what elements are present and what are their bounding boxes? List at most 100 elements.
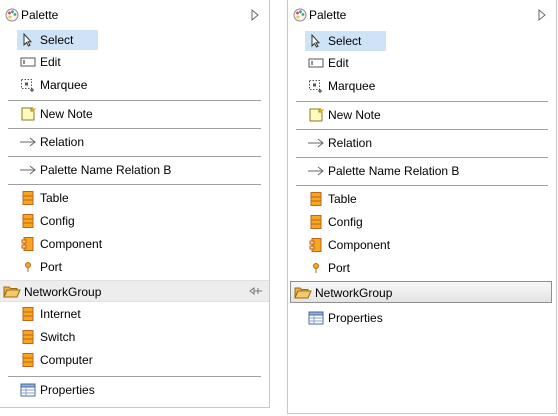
separator (296, 101, 548, 102)
arrow-icon (20, 165, 36, 175)
separator (8, 376, 261, 377)
tool-label: Relation (328, 136, 373, 150)
tool-label: Palette Name Relation B (328, 164, 460, 178)
arrow-icon (308, 166, 324, 176)
collapse-arrow-icon[interactable] (250, 9, 260, 21)
group-networkgroup[interactable]: NetworkGroup (290, 281, 552, 303)
tool-label: Properties (328, 311, 383, 325)
arrow-icon (308, 138, 324, 148)
separator (8, 100, 261, 101)
tool-label: Relation (40, 135, 85, 149)
tool-label: Config (328, 215, 363, 229)
table-icon (310, 215, 322, 229)
collapse-arrow-icon[interactable] (537, 9, 547, 21)
table-icon (22, 353, 34, 367)
tool-component[interactable]: Component (17, 234, 257, 254)
tool-relation[interactable]: Relation (305, 133, 545, 153)
pointer-icon (311, 34, 321, 48)
tool-palette-name-relation-b[interactable]: Palette Name Relation B (305, 161, 545, 181)
tool-label: Switch (40, 330, 76, 344)
port-icon (313, 263, 319, 273)
tool-label: Edit (40, 55, 61, 69)
tool-component[interactable]: Component (305, 235, 545, 255)
tool-internet[interactable]: Internet (17, 304, 257, 324)
table-icon (22, 214, 34, 228)
component-icon (21, 237, 34, 251)
palette-icon (293, 8, 307, 22)
tool-palette-name-relation-b[interactable]: Palette Name Relation B (17, 160, 257, 180)
tool-properties[interactable]: Properties (305, 308, 545, 328)
tool-label: Select (328, 34, 362, 48)
separator (296, 129, 548, 130)
tool-edit[interactable]: Edit (17, 52, 257, 72)
group-label: NetworkGroup (24, 285, 102, 299)
group-label: NetworkGroup (315, 286, 393, 300)
tool-label: Marquee (328, 79, 376, 93)
tool-port[interactable]: Port (17, 257, 257, 277)
table-icon (22, 191, 34, 205)
tool-port[interactable]: Port (305, 258, 545, 278)
tool-label: Component (328, 238, 391, 252)
tool-label: Marquee (40, 78, 88, 92)
marquee-icon (21, 79, 34, 92)
tool-label: Table (328, 192, 357, 206)
tool-label: Config (40, 214, 75, 228)
note-icon (309, 108, 324, 122)
tool-label: Select (40, 33, 74, 47)
properties-icon (20, 383, 36, 397)
tool-config[interactable]: Config (305, 212, 545, 232)
arrow-icon (20, 137, 36, 147)
table-icon (22, 307, 34, 321)
tool-computer[interactable]: Computer (17, 350, 257, 370)
folder-open-icon (294, 287, 312, 299)
palette-panel-right: Palette Select Edit Marquee New Note Rel… (287, 0, 557, 414)
tool-label: New Note (328, 108, 381, 122)
folder-open-icon (3, 286, 21, 298)
tool-table[interactable]: Table (17, 188, 257, 208)
tool-label: Properties (40, 383, 95, 397)
tool-config[interactable]: Config (17, 211, 257, 231)
tool-select[interactable]: Select (305, 31, 386, 51)
tool-label: Table (40, 191, 69, 205)
separator (8, 184, 261, 185)
separator (296, 185, 548, 186)
tool-label: Component (40, 237, 103, 251)
tool-label: Palette Name Relation B (40, 163, 172, 177)
tool-select[interactable]: Select (17, 30, 98, 50)
tool-label: New Note (40, 107, 93, 121)
tool-switch[interactable]: Switch (17, 327, 257, 347)
port-icon (25, 262, 31, 272)
tool-label: Edit (328, 56, 349, 70)
text-edit-icon (20, 57, 36, 67)
tool-marquee[interactable]: Marquee (305, 76, 545, 96)
note-icon (21, 107, 36, 121)
tool-edit[interactable]: Edit (305, 53, 545, 73)
tool-new-note[interactable]: New Note (17, 104, 257, 124)
palette-title: Palette (21, 8, 59, 22)
palette-header[interactable]: Palette (0, 5, 269, 25)
tool-relation[interactable]: Relation (17, 132, 257, 152)
tool-marquee[interactable]: Marquee (17, 75, 257, 95)
properties-icon (308, 311, 324, 325)
palette-icon (5, 8, 19, 22)
palette-header[interactable]: Palette (288, 5, 556, 25)
palette-title: Palette (309, 8, 347, 22)
group-networkgroup[interactable]: NetworkGroup (0, 280, 269, 302)
text-edit-icon (308, 58, 324, 68)
separator (8, 128, 261, 129)
table-icon (310, 192, 322, 206)
tool-new-note[interactable]: New Note (305, 105, 545, 125)
tool-table[interactable]: Table (305, 189, 545, 209)
tool-label: Port (40, 260, 63, 274)
separator (296, 157, 548, 158)
pointer-icon (23, 33, 33, 47)
marquee-icon (309, 80, 322, 93)
table-icon (22, 330, 34, 344)
tool-properties[interactable]: Properties (17, 380, 257, 400)
palette-panel-left: Palette Select Edit Marquee New Note Rel… (0, 0, 270, 408)
tool-label: Internet (40, 307, 81, 321)
pin-icon[interactable] (249, 286, 263, 296)
tool-label: Computer (40, 353, 93, 367)
separator (8, 156, 261, 157)
component-icon (309, 238, 322, 252)
